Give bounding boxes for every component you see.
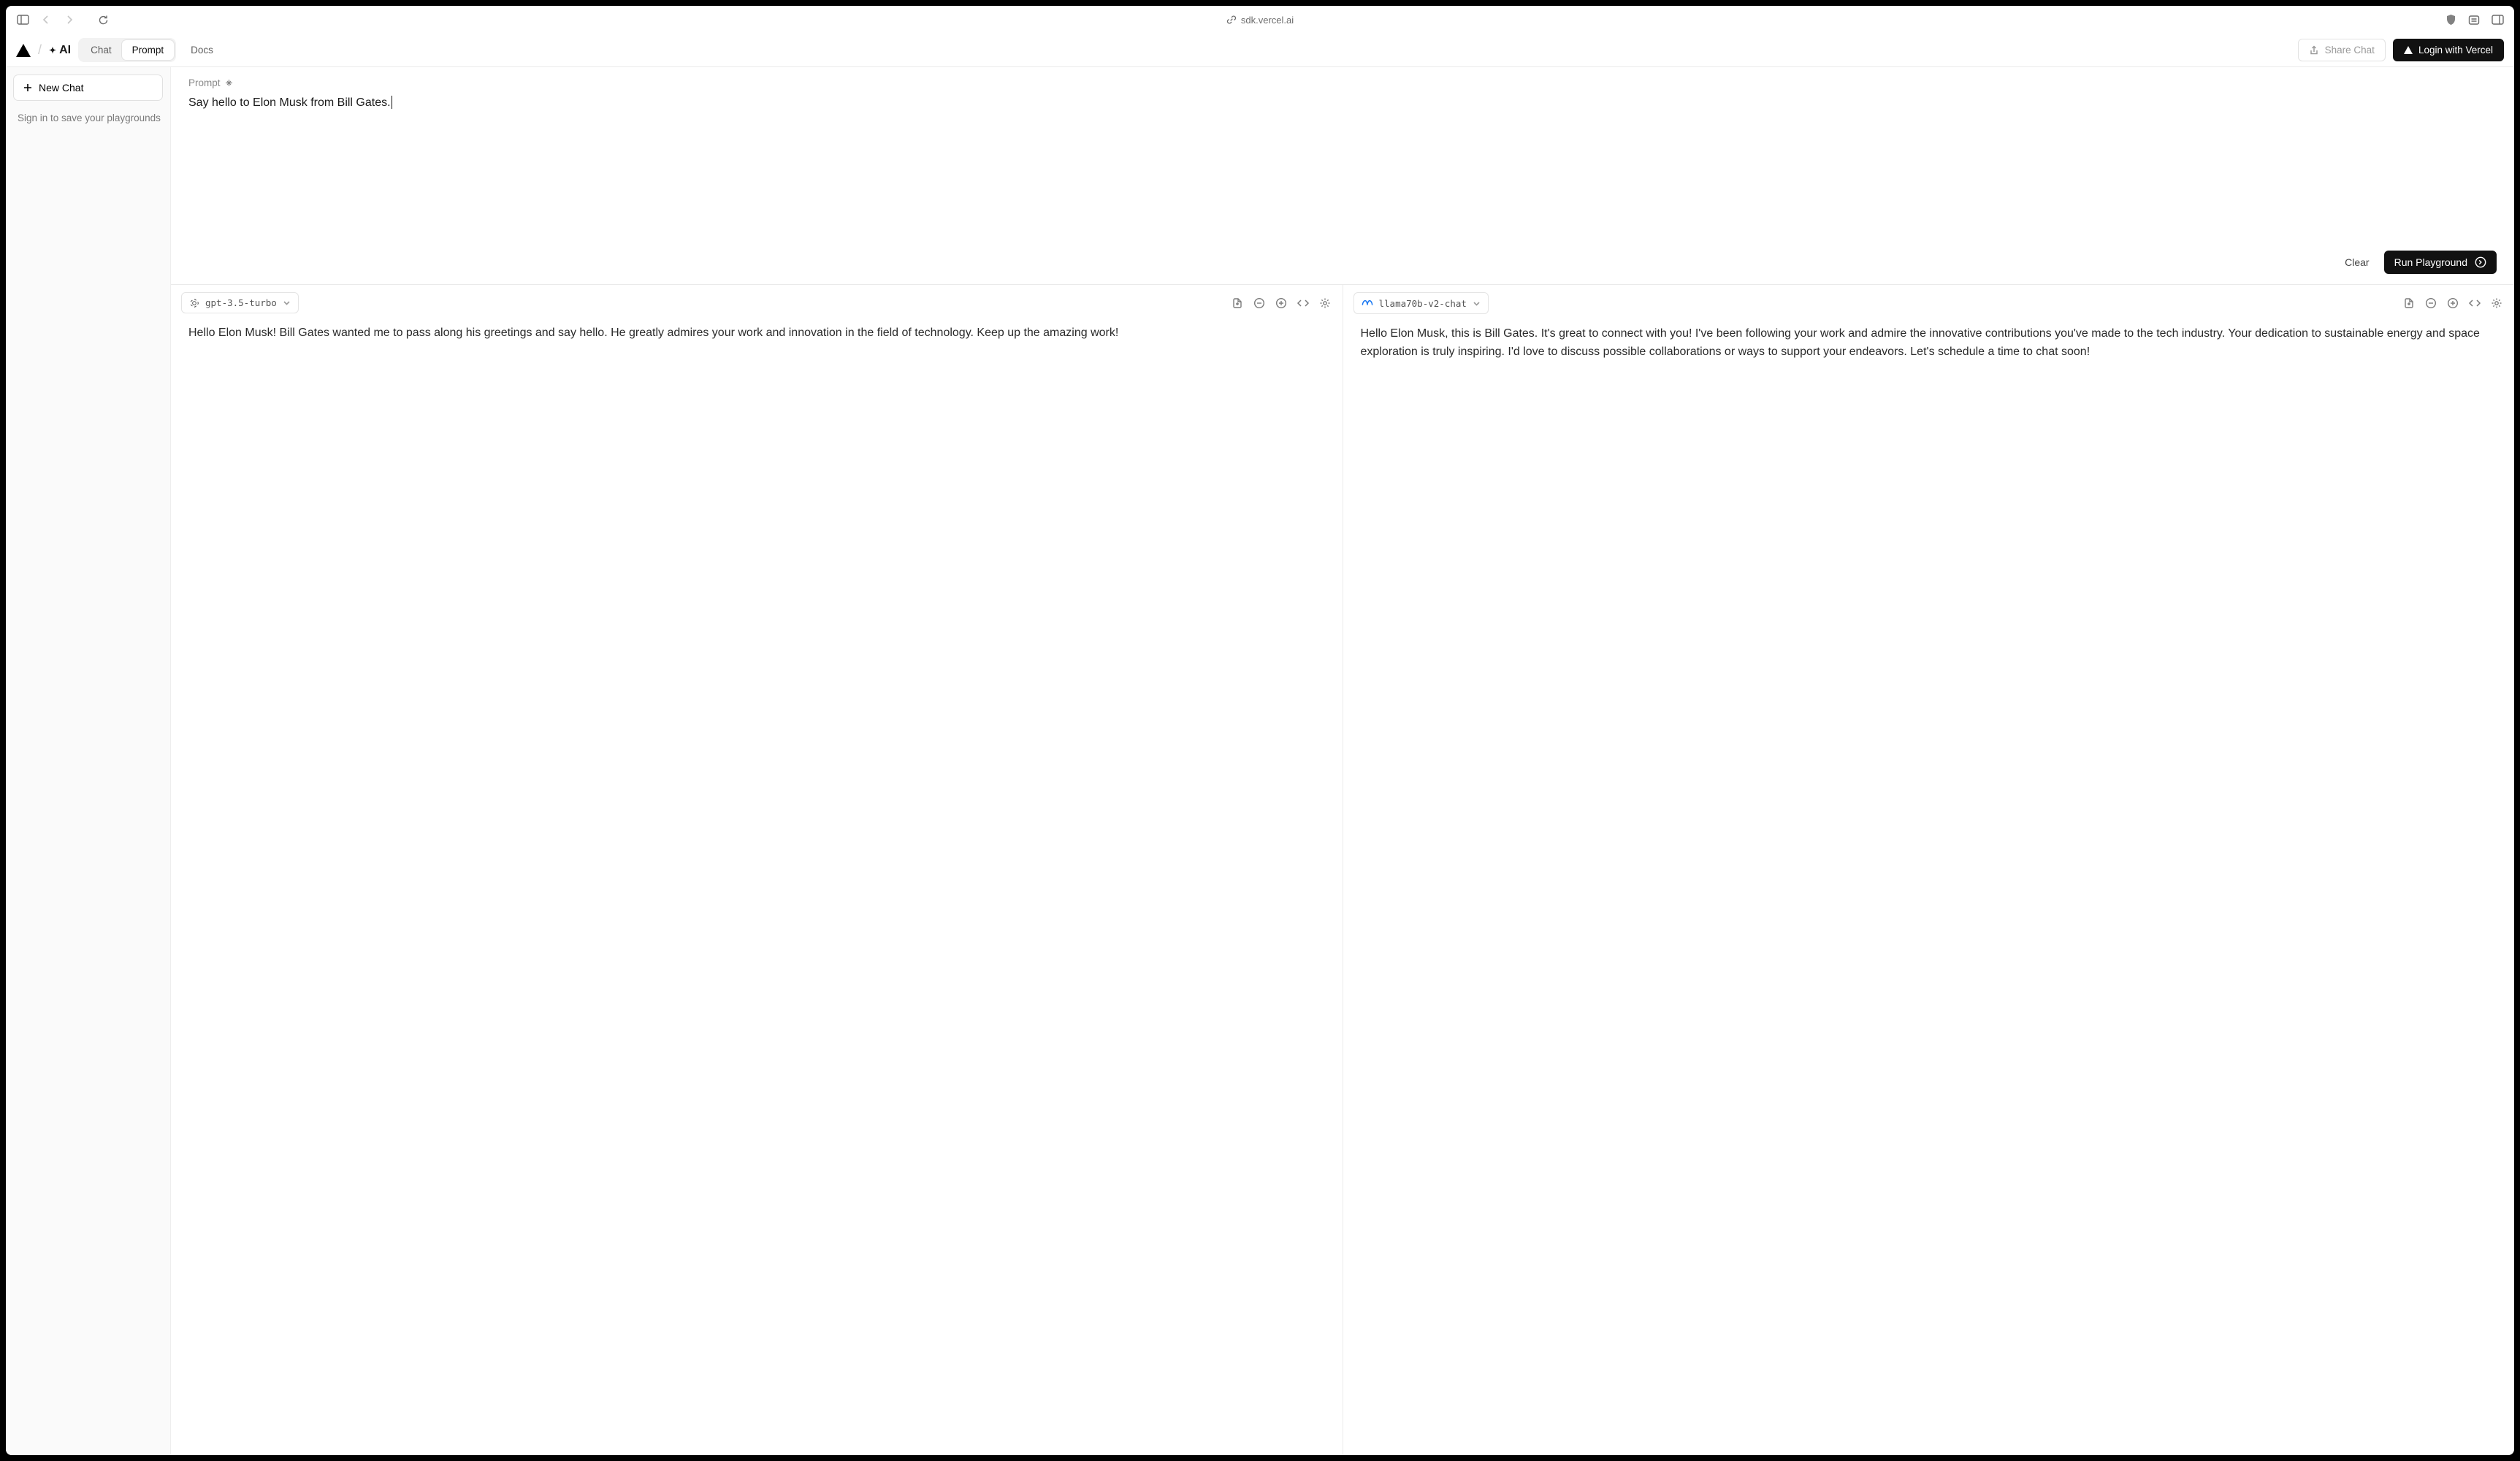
login-label: Login with Vercel	[2418, 45, 2493, 56]
code-icon[interactable]	[1296, 296, 1310, 310]
plus-icon	[23, 83, 33, 93]
settings-icon[interactable]	[1318, 296, 1332, 310]
back-icon[interactable]	[37, 10, 56, 29]
new-chat-button[interactable]: New Chat	[13, 75, 163, 101]
share-chat-label: Share Chat	[2325, 45, 2375, 56]
arrow-circle-right-icon	[2475, 256, 2486, 268]
browser-toolbar: sdk.vercel.ai	[6, 6, 2514, 34]
outputs-split: gpt-3.5-turbo Hello Elon Musk! Bill Gate…	[171, 285, 2514, 1455]
add-model-icon[interactable]	[2445, 296, 2460, 310]
vercel-logo-icon[interactable]	[16, 44, 31, 57]
breadcrumb-slash: /	[38, 42, 42, 58]
output-column-left: gpt-3.5-turbo Hello Elon Musk! Bill Gate…	[171, 285, 1343, 1455]
app-body: New Chat Sign in to save your playground…	[6, 67, 2514, 1455]
docs-link[interactable]: Docs	[183, 40, 221, 60]
link-icon	[1226, 15, 1237, 25]
prompt-pane: Prompt Say hello to Elon Musk from Bill …	[171, 67, 2514, 285]
url-text: sdk.vercel.ai	[1241, 15, 1294, 26]
sidebar-toggle-icon[interactable]	[13, 10, 32, 29]
export-icon[interactable]	[1230, 296, 1245, 310]
settings-icon[interactable]	[2489, 296, 2504, 310]
tabs-icon[interactable]	[2488, 10, 2507, 29]
login-button[interactable]: Login with Vercel	[2393, 39, 2504, 61]
sidebar: New Chat Sign in to save your playground…	[6, 67, 171, 1455]
ai-logo[interactable]: ✦ AI	[49, 44, 71, 57]
app-window: sdk.vercel.ai / ✦ AI Chat Prompt Docs	[6, 6, 2514, 1455]
model-name: llama70b-v2-chat	[1379, 298, 1467, 309]
app-header: / ✦ AI Chat Prompt Docs Share Chat Login…	[6, 34, 2514, 67]
run-playground-label: Run Playground	[2394, 256, 2467, 268]
output-column-right: llama70b-v2-chat Hello Elon Musk, this i…	[1343, 285, 2515, 1455]
sparkle-icon: ✦	[49, 45, 56, 56]
prompt-input[interactable]: Say hello to Elon Musk from Bill Gates.	[188, 94, 2497, 112]
reload-icon[interactable]	[93, 10, 112, 29]
extensions-icon[interactable]	[2464, 10, 2483, 29]
ai-logo-text: AI	[59, 44, 71, 57]
share-chat-button[interactable]: Share Chat	[2298, 39, 2386, 61]
export-icon[interactable]	[2402, 296, 2416, 310]
chevron-down-icon	[1473, 300, 1481, 308]
new-chat-label: New Chat	[39, 82, 83, 94]
add-model-icon[interactable]	[1274, 296, 1288, 310]
meta-icon	[1362, 297, 1373, 309]
signin-hint: Sign in to save your playgrounds	[13, 112, 163, 123]
openai-icon	[189, 298, 199, 308]
prompt-label-text: Prompt	[188, 77, 221, 88]
sparkle-small-icon	[225, 79, 233, 87]
model-response: Hello Elon Musk! Bill Gates wanted me to…	[171, 318, 1343, 359]
output-header: llama70b-v2-chat	[1343, 285, 2515, 318]
model-response: Hello Elon Musk, this is Bill Gates. It'…	[1343, 318, 2515, 379]
remove-model-icon[interactable]	[1252, 296, 1267, 310]
clear-button[interactable]: Clear	[2339, 252, 2375, 272]
forward-icon[interactable]	[60, 10, 79, 29]
run-playground-button[interactable]: Run Playground	[2384, 251, 2497, 274]
share-icon	[2309, 45, 2319, 56]
tab-prompt[interactable]: Prompt	[122, 40, 175, 60]
model-selector[interactable]: gpt-3.5-turbo	[181, 292, 299, 313]
remove-model-icon[interactable]	[2424, 296, 2438, 310]
chevron-down-icon	[283, 299, 291, 307]
model-name: gpt-3.5-turbo	[205, 297, 277, 308]
code-icon[interactable]	[2467, 296, 2482, 310]
tab-chat[interactable]: Chat	[80, 40, 122, 60]
model-selector[interactable]: llama70b-v2-chat	[1353, 292, 1489, 314]
privacy-shield-icon[interactable]	[2441, 10, 2460, 29]
vercel-triangle-icon	[2404, 46, 2413, 54]
output-header: gpt-3.5-turbo	[171, 285, 1343, 318]
prompt-label: Prompt	[188, 77, 2497, 88]
mode-switcher: Chat Prompt	[78, 38, 176, 62]
address-bar: sdk.vercel.ai	[6, 15, 2514, 26]
main-area: Prompt Say hello to Elon Musk from Bill …	[171, 67, 2514, 1455]
